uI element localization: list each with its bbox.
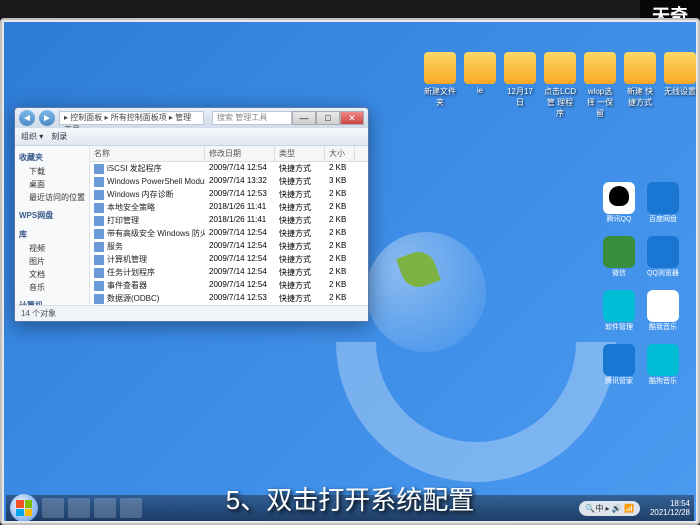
file-list[interactable]: 名称 修改日期 类型 大小 iSCSI 发起程序2009/7/14 12:54快…	[90, 146, 368, 305]
desktop-icons-row: 新建文件夹ie12月17日点击LCD管 理程序wlop选择 一保留新建 快捷方式…	[424, 52, 676, 119]
sidebar-group-home[interactable]: WPS网盘	[17, 208, 87, 223]
desktop-icon-2[interactable]: 12月17日	[504, 52, 536, 119]
col-size[interactable]: 大小	[325, 146, 355, 161]
sidebar-item[interactable]: 下载	[17, 165, 87, 178]
file-row-10[interactable]: 数据源(ODBC)2009/7/14 12:53快捷方式2 KB	[90, 292, 368, 305]
sidebar-item[interactable]: 音乐	[17, 281, 87, 294]
maximize-button[interactable]: □	[316, 111, 340, 125]
side-icon-6[interactable]: 腾讯管家	[601, 344, 637, 390]
col-name[interactable]: 名称	[90, 146, 205, 161]
sidebar-group-fav[interactable]: 收藏夹	[17, 150, 87, 165]
file-row-6[interactable]: 服务2009/7/14 12:54快捷方式2 KB	[90, 240, 368, 253]
file-row-9[interactable]: 事件查看器2009/7/14 12:54快捷方式2 KB	[90, 279, 368, 292]
side-icon-3[interactable]: QQ浏览器	[645, 236, 681, 282]
close-button[interactable]: ✕	[340, 111, 364, 125]
side-icon-2[interactable]: 微信	[601, 236, 637, 282]
file-icon	[94, 255, 104, 265]
file-icon	[94, 294, 104, 304]
forward-button[interactable]: ►	[39, 110, 55, 126]
sidebar-item[interactable]: 最近访问的位置	[17, 191, 87, 204]
file-row-2[interactable]: Windows 内存诊断2009/7/14 12:53快捷方式2 KB	[90, 188, 368, 201]
monitor-frame: 新建文件夹ie12月17日点击LCD管 理程序wlop选择 一保留新建 快捷方式…	[0, 18, 700, 525]
file-row-5[interactable]: 带有高级安全 Windows 防火墙2009/7/14 12:54快捷方式2 K…	[90, 227, 368, 240]
explorer-body: 收藏夹下载桌面最近访问的位置WPS网盘库视频图片文档音乐计算机OS (C:)本地…	[15, 146, 368, 305]
file-row-8[interactable]: 任务计划程序2009/7/14 12:54快捷方式2 KB	[90, 266, 368, 279]
side-icon-7[interactable]: 酷狗音乐	[645, 344, 681, 390]
column-headers[interactable]: 名称 修改日期 类型 大小	[90, 146, 368, 162]
sidebar-item[interactable]: 图片	[17, 255, 87, 268]
file-row-1[interactable]: Windows PowerShell Modules2009/7/14 13:3…	[90, 175, 368, 188]
address-bar[interactable]: ▸ 控制面板 ▸ 所有控制面板项 ▸ 管理工具	[59, 111, 204, 125]
explorer-window[interactable]: ◄ ► ▸ 控制面板 ▸ 所有控制面板项 ▸ 管理工具 搜索 管理工具 — □ …	[14, 107, 369, 322]
search-input[interactable]: 搜索 管理工具	[212, 111, 292, 125]
nav-area: ◄ ► ▸ 控制面板 ▸ 所有控制面板项 ▸ 管理工具 搜索 管理工具	[19, 110, 292, 126]
side-icon-5[interactable]: 酷我音乐	[645, 290, 681, 336]
file-icon	[94, 281, 104, 291]
col-date[interactable]: 修改日期	[205, 146, 275, 161]
side-icon-1[interactable]: 百度网盘	[645, 182, 681, 228]
desktop-icon-5[interactable]: 新建 快捷方式	[624, 52, 656, 119]
wallpaper-swoosh	[336, 202, 616, 482]
file-icon	[94, 164, 104, 174]
desktop-screen[interactable]: 新建文件夹ie12月17日点击LCD管 理程序wlop选择 一保留新建 快捷方式…	[4, 22, 696, 521]
file-icon	[94, 229, 104, 239]
side-icon-4[interactable]: 软件管理	[601, 290, 637, 336]
desktop-icon-1[interactable]: ie	[464, 52, 496, 119]
file-icon	[94, 268, 104, 278]
desktop-icon-0[interactable]: 新建文件夹	[424, 52, 456, 119]
window-controls: — □ ✕	[292, 111, 364, 125]
col-type[interactable]: 类型	[275, 146, 325, 161]
file-row-4[interactable]: 打印管理2018/1/26 11:41快捷方式2 KB	[90, 214, 368, 227]
sidebar-item[interactable]: 视频	[17, 242, 87, 255]
file-row-0[interactable]: iSCSI 发起程序2009/7/14 12:54快捷方式2 KB	[90, 162, 368, 175]
sidebar-group-libs[interactable]: 库	[17, 227, 87, 242]
tutorial-caption: 5、双击打开系统配置	[0, 480, 700, 517]
file-icon	[94, 242, 104, 252]
toolbar-item-0[interactable]: 组织 ▾	[21, 131, 43, 142]
desktop-icon-6[interactable]: 无线设置	[664, 52, 696, 119]
desktop-icon-3[interactable]: 点击LCD管 理程序	[544, 52, 576, 119]
back-button[interactable]: ◄	[19, 110, 35, 126]
explorer-toolbar: 组织 ▾ 刻录	[15, 128, 368, 146]
sidebar-item[interactable]: 文档	[17, 268, 87, 281]
status-bar: 14 个对象	[15, 305, 368, 321]
file-row-7[interactable]: 计算机管理2009/7/14 12:54快捷方式2 KB	[90, 253, 368, 266]
desktop-icon-4[interactable]: wlop选择 一保留	[584, 52, 616, 119]
desktop-side-icons: 腾讯QQ百度网盘微信QQ浏览器软件管理酷我音乐腾讯管家酷狗音乐	[601, 182, 681, 390]
file-icon	[94, 190, 104, 200]
toolbar-item-1[interactable]: 刻录	[51, 131, 67, 142]
side-icon-0[interactable]: 腾讯QQ	[601, 182, 637, 228]
minimize-button[interactable]: —	[292, 111, 316, 125]
explorer-sidebar[interactable]: 收藏夹下载桌面最近访问的位置WPS网盘库视频图片文档音乐计算机OS (C:)本地…	[15, 146, 90, 305]
sidebar-item[interactable]: 桌面	[17, 178, 87, 191]
file-row-3[interactable]: 本地安全策略2018/1/26 11:41快捷方式2 KB	[90, 201, 368, 214]
file-icon	[94, 203, 104, 213]
file-icon	[94, 177, 104, 187]
file-icon	[94, 216, 104, 226]
window-titlebar[interactable]: ◄ ► ▸ 控制面板 ▸ 所有控制面板项 ▸ 管理工具 搜索 管理工具 — □ …	[15, 108, 368, 128]
sidebar-group-computer[interactable]: 计算机	[17, 298, 87, 305]
